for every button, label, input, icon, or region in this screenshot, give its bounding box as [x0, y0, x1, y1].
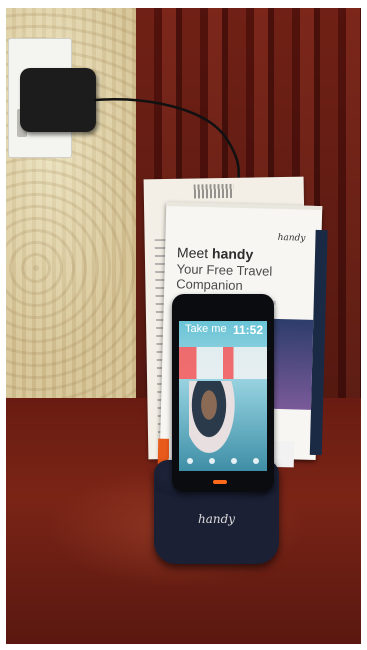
- brochure-logo: handy: [277, 232, 306, 244]
- phone-bottom: [172, 476, 274, 490]
- brochure-headline: Meet handy: [177, 244, 254, 262]
- app-icon: [231, 458, 237, 464]
- screen-time: 11:52: [232, 323, 263, 337]
- phone-screen: Take me 11:52: [179, 321, 267, 471]
- screen-photo-person: [189, 381, 239, 461]
- app-icon: [187, 458, 193, 464]
- power-adapter: [20, 68, 96, 132]
- app-icon: [209, 458, 215, 464]
- headline-brand: handy: [211, 245, 254, 263]
- brochure-image: [270, 318, 314, 410]
- photo: handy Meet handy Your Free Travel Compan…: [6, 8, 361, 644]
- brochure-subtitle: Your Free Travel Companion: [176, 261, 317, 295]
- app-icon: [253, 458, 259, 464]
- headline-prefix: Meet: [176, 244, 209, 262]
- screen-app-dock: [179, 455, 267, 467]
- screen-title: Take me: [185, 323, 227, 335]
- hotel-logo: [193, 183, 234, 199]
- screen-banner: [179, 347, 267, 379]
- dock-logo: handy: [198, 512, 236, 526]
- subtitle-line-2: Companion: [176, 276, 243, 294]
